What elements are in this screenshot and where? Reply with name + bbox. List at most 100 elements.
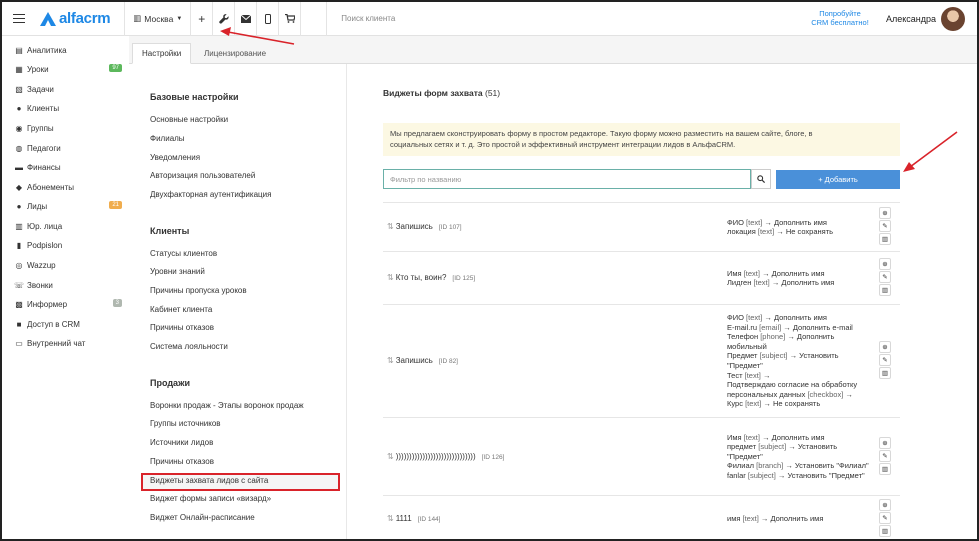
field-type: [subject] — [759, 351, 788, 361]
sidebar-item[interactable]: ▬ Финансы — [14, 163, 122, 172]
settings-link[interactable]: Уровни знаний — [150, 267, 205, 276]
building-icon: ▥ — [15, 222, 23, 231]
sidebar-item[interactable]: ▥ Юр. лица — [14, 222, 122, 231]
teacher-icon: ◍ — [15, 144, 23, 153]
sidebar-item[interactable]: ● Клиенты — [14, 104, 122, 113]
widget-name[interactable]: ⇅ Запишись [ID 82] — [387, 356, 458, 365]
settings-link[interactable]: Авторизация пользователей — [150, 171, 255, 180]
settings-link[interactable]: Воронки продаж - Этапы воронок продаж — [150, 401, 304, 410]
sidebar-item-label: Лиды — [27, 202, 48, 211]
sidebar-item[interactable]: ▭ Внутренний чат — [14, 339, 122, 348]
field-type: [text] — [746, 313, 763, 322]
sort-icon[interactable]: ⇅ — [387, 356, 394, 365]
sidebar-item[interactable]: ☏ Звонки — [14, 281, 122, 290]
filter-input[interactable]: Фильтр по названию — [383, 169, 751, 189]
wrench-icon[interactable] — [212, 2, 234, 36]
logo[interactable]: alfacrm — [40, 10, 111, 27]
widget-name[interactable]: ⇅)))))))))))))))))))))))))))))) [ID 126] — [387, 452, 504, 461]
sidebar-item[interactable]: ◍ Педагоги — [14, 144, 122, 153]
search-button[interactable] — [751, 169, 771, 189]
sidebar-item[interactable]: ▮ Podpislon — [14, 241, 122, 250]
trash-icon[interactable]: ▥ — [879, 462, 891, 475]
sort-icon[interactable]: ⇅ — [387, 222, 394, 231]
field-mapping: имя [text] → Дополнить имя — [727, 514, 875, 524]
field-label: имя — [727, 514, 741, 523]
globe-icon[interactable]: ⊕ — [879, 499, 891, 511]
settings-link[interactable]: Филиалы — [150, 134, 185, 143]
pencil-icon[interactable]: ✎ — [879, 512, 891, 524]
settings-link[interactable]: Группы источников — [150, 419, 221, 428]
sidebar-item[interactable]: ● Лиды 21 — [14, 201, 122, 211]
free-trial-link[interactable]: Попробуйте CRM бесплатно! — [808, 9, 872, 27]
sidebar-item-label: Podpislon — [27, 241, 63, 250]
sidebar-item-label: Звонки — [27, 281, 53, 290]
sidebar-item[interactable]: ◎ Wazzup — [14, 261, 122, 270]
field-label: локация — [727, 227, 756, 237]
pencil-icon[interactable]: ✎ — [879, 271, 891, 283]
city-selector[interactable]: ▥ Москва ▼ — [124, 2, 190, 36]
field-action: → Дополнить имя — [771, 278, 835, 288]
widget-id: [ID 125] — [452, 275, 476, 282]
sidebar-item[interactable]: ▩ Информер 3 — [14, 299, 122, 309]
settings-link[interactable]: Кабинет клиента — [150, 305, 212, 314]
field-mapping: предмет [subject] → Установить "Предмет" — [727, 442, 875, 461]
trash-icon[interactable]: ▥ — [879, 233, 891, 245]
globe-icon[interactable]: ⊕ — [879, 207, 891, 219]
widget-name[interactable]: ⇅ 1111 [ID 144] — [387, 514, 440, 523]
widget-title: Кто ты, воин? — [395, 273, 447, 282]
field-type: [checkbox] — [807, 389, 844, 399]
field-label: Имя — [727, 268, 742, 278]
settings-link[interactable]: Основные настройки — [150, 115, 228, 124]
settings-link[interactable]: Виджет формы записи «визард» — [150, 494, 271, 503]
widget-id: [ID 126] — [481, 453, 505, 461]
field-action: → Установить "Предмет" — [777, 470, 865, 480]
client-search-input[interactable]: Поиск клиента — [326, 2, 706, 36]
trash-icon[interactable]: ▥ — [879, 367, 891, 379]
user-name[interactable]: Александра — [886, 14, 936, 24]
table-row: ⇅ 1111 [ID 144] имя [text] → Дополнить имя ⊕… — [383, 495, 900, 539]
mail-icon[interactable] — [234, 2, 256, 36]
add-widget-button[interactable]: + Добавить — [776, 170, 900, 189]
sort-icon[interactable]: ⇅ — [387, 514, 394, 523]
mobile-icon[interactable] — [256, 2, 278, 36]
field-mapping: Телефон [phone] → Дополнить мобильный — [727, 332, 875, 351]
settings-link[interactable]: Уведомления — [150, 153, 200, 162]
avatar[interactable] — [941, 7, 965, 31]
settings-link[interactable]: Причины отказов — [150, 457, 214, 466]
settings-link[interactable]: Причины пропуска уроков — [150, 286, 247, 295]
settings-link[interactable]: Система лояльности — [150, 342, 228, 351]
widget-name[interactable]: ⇅ Кто ты, воин? [ID 125] — [387, 273, 475, 282]
globe-icon[interactable]: ⊕ — [879, 436, 891, 449]
widget-id: [ID 144] — [417, 516, 441, 523]
sidebar-item[interactable]: ▦ Уроки 97 — [14, 64, 122, 74]
settings-link[interactable]: Причины отказов — [150, 323, 214, 332]
pencil-icon[interactable]: ✎ — [879, 220, 891, 232]
settings-link[interactable]: Виджет Онлайн-расписание — [150, 513, 255, 522]
sidebar-item[interactable]: ▤ Аналитика — [14, 46, 122, 55]
pencil-icon[interactable]: ✎ — [879, 449, 891, 462]
sidebar-item[interactable]: ◆ Абонементы — [14, 183, 122, 192]
globe-icon[interactable]: ⊕ — [879, 341, 891, 353]
settings-link[interactable]: Виджеты захвата лидов с сайта — [150, 476, 268, 485]
globe-icon[interactable]: ⊕ — [879, 258, 891, 270]
menu-icon[interactable] — [6, 2, 32, 36]
settings-link[interactable]: Статусы клиентов — [150, 249, 217, 258]
sort-icon[interactable]: ⇅ — [387, 273, 394, 282]
user-icon: ● — [16, 202, 22, 211]
sidebar-item-label: Wazzup — [27, 261, 56, 270]
pencil-icon[interactable]: ✎ — [879, 354, 891, 366]
sort-icon[interactable]: ⇅ — [387, 452, 394, 461]
tab-licensing[interactable]: Лицензирование — [195, 43, 275, 64]
tab-settings[interactable]: Настройки — [132, 43, 192, 64]
sidebar-item[interactable]: ▧ Задачи — [14, 85, 122, 94]
sidebar-item[interactable]: ◉ Группы — [14, 124, 122, 133]
widget-name[interactable]: ⇅ Запишись [ID 107] — [387, 222, 462, 231]
settings-link[interactable]: Источники лидов — [150, 438, 213, 447]
sidebar-item[interactable]: ■ Доступ в CRM — [14, 320, 122, 329]
add-icon[interactable]: + — [190, 2, 212, 36]
trash-icon[interactable]: ▥ — [879, 284, 891, 296]
cart-icon[interactable] — [278, 2, 300, 36]
settings-link[interactable]: Двухфакторная аутентификация — [150, 190, 271, 199]
widget-fields: имя [text] → Дополнить имя — [727, 514, 875, 524]
trash-icon[interactable]: ▥ — [879, 525, 891, 537]
